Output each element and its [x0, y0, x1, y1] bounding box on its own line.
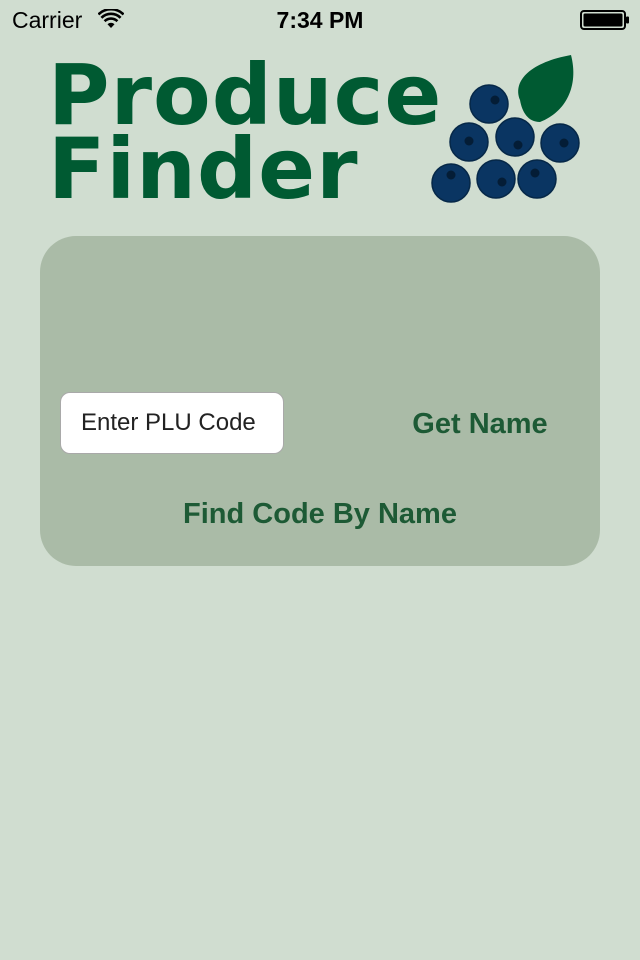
get-name-button[interactable]: Get Name	[390, 400, 570, 448]
status-bar: Carrier 7:34 PM	[0, 0, 640, 40]
status-time: 7:34 PM	[276, 7, 364, 33]
app-logo-title: Produce Finder	[48, 53, 441, 211]
blueberries-with-leaf-icon	[431, 55, 580, 203]
find-code-by-name-button[interactable]: Find Code By Name	[120, 490, 520, 538]
battery-full-icon	[580, 10, 629, 30]
plu-code-input[interactable]	[60, 392, 284, 454]
